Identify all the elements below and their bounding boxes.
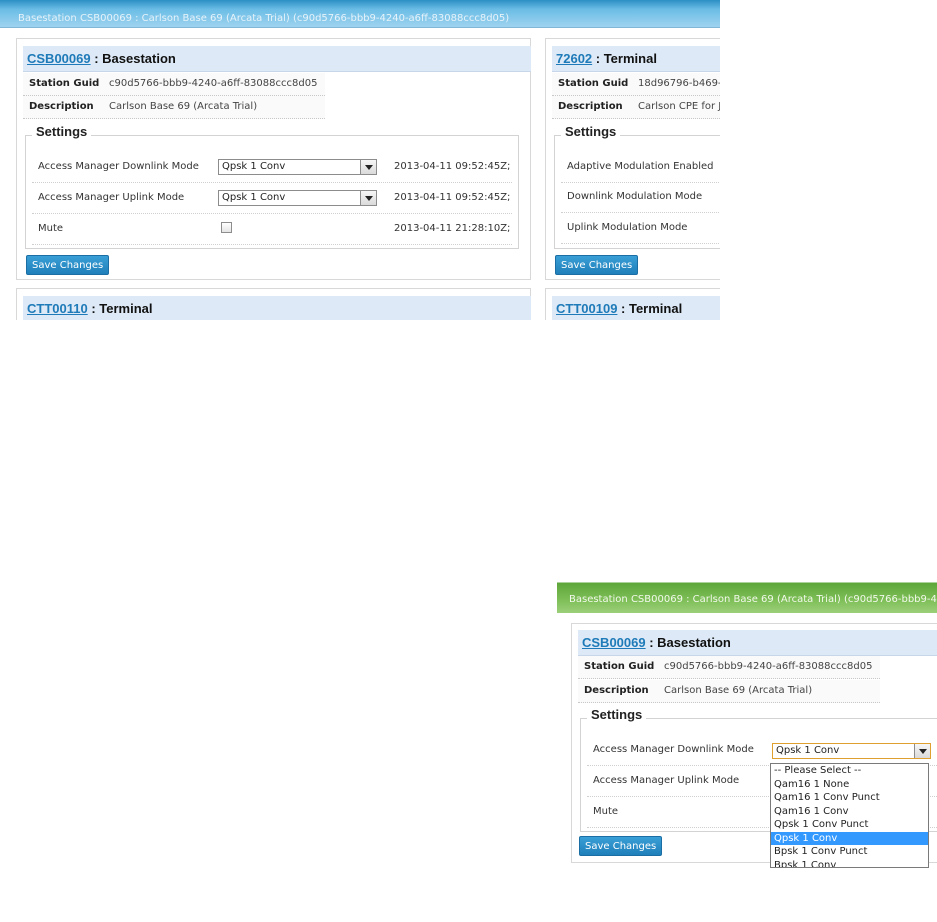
terminal-link[interactable]: CTT00110 [27, 301, 88, 316]
window-title-bar: Basestation CSB00069 : Carlson Base 69 (… [0, 0, 720, 28]
panel-type: : Terminal [592, 51, 657, 66]
terminal-link[interactable]: 72602 [556, 51, 592, 66]
setting-label: Mute [38, 223, 64, 234]
setting-row: Uplink Modulation Mode [561, 213, 720, 244]
downlink-mode-select[interactable]: Qpsk 1 Conv [772, 743, 931, 759]
panel-type: : Terminal [617, 301, 683, 316]
station-guid-label: Station Guid [29, 78, 100, 89]
save-changes-button[interactable]: Save Changes [579, 836, 663, 856]
dropdown-option[interactable]: Qpsk 1 Conv Punct [771, 818, 928, 832]
station-guid-label: Station Guid [558, 78, 629, 89]
description-label: Description [29, 101, 94, 112]
uplink-mode-select[interactable]: Qpsk 1 Conv [218, 190, 377, 206]
save-changes-button[interactable]: Save Changes [26, 255, 110, 275]
window-title: Basestation CSB00069 : Carlson Base 69 (… [569, 594, 937, 605]
setting-row: Adaptive Modulation Enabled [561, 152, 720, 183]
description-value: Carlson CPE for J [638, 101, 720, 112]
save-changes-button[interactable]: Save Changes [555, 255, 639, 275]
dropdown-option[interactable]: Bpsk 1 Conv Punct [771, 845, 928, 859]
setting-row-downlink: Access Manager Downlink Mode Qpsk 1 Conv [587, 735, 937, 766]
screenshot-dropdown-open: Basestation CSB00069 : Carlson Base 69 (… [557, 578, 937, 868]
basestation-link[interactable]: CSB00069 [27, 51, 91, 66]
terminal-72602-panel: 72602 : Terminal Station Guid 18d96796-b… [545, 38, 720, 280]
setting-label: Adaptive Modulation Enabled [567, 161, 714, 172]
setting-label: Access Manager Uplink Mode [38, 192, 185, 203]
description-row: Description Carlson Base 69 (Arcata Tria… [23, 96, 325, 119]
description-label: Description [558, 101, 623, 112]
setting-timestamp: 2013-04-11 21:28:10Z; [394, 223, 511, 234]
select-value: Qpsk 1 Conv [222, 192, 286, 203]
panel-type: : Basestation [90, 51, 176, 66]
setting-label: Access Manager Downlink Mode [593, 744, 754, 755]
description-row: Description Carlson Base 69 (Arcata Tria… [578, 680, 880, 703]
station-guid-row: Station Guid 18d96796-b469- [552, 73, 720, 96]
station-guid-row: Station Guid c90d5766-bbb9-4240-a6ff-830… [578, 656, 880, 679]
basestation-panel: CSB00069 : Basestation Station Guid c90d… [16, 38, 531, 280]
downlink-mode-select[interactable]: Qpsk 1 Conv [218, 159, 377, 175]
setting-label: Uplink Modulation Mode [567, 222, 688, 233]
setting-row: Downlink Modulation Mode [561, 182, 720, 213]
terminal-panel-header: 72602 : Terminal [552, 46, 720, 72]
chevron-down-icon[interactable] [360, 160, 376, 174]
settings-fieldset: Settings Adaptive Modulation Enabled Dow… [554, 124, 720, 249]
dropdown-option-selected[interactable]: Qpsk 1 Conv [771, 831, 928, 845]
chevron-down-icon[interactable] [360, 191, 376, 205]
setting-row-downlink: Access Manager Downlink Mode Qpsk 1 Conv… [32, 152, 512, 183]
station-guid-row: Station Guid c90d5766-bbb9-4240-a6ff-830… [23, 73, 325, 96]
mute-checkbox[interactable] [221, 222, 232, 233]
station-guid-label: Station Guid [584, 661, 655, 672]
chevron-down-icon[interactable] [914, 744, 930, 758]
setting-label: Access Manager Downlink Mode [38, 161, 199, 172]
setting-row-uplink: Access Manager Uplink Mode Qpsk 1 Conv 2… [32, 183, 512, 214]
terminal-ctt00110-panel: CTT00110 : Terminal [16, 288, 531, 320]
settings-legend: Settings [587, 707, 647, 722]
terminal-panel-header: CTT00109 : Terminal [552, 296, 720, 320]
dropdown-option[interactable]: Qam16 1 None [771, 778, 928, 792]
panel-type: : Terminal [87, 301, 153, 316]
station-guid-value: 18d96796-b469- [638, 78, 720, 89]
setting-label: Access Manager Uplink Mode [593, 775, 740, 786]
dropdown-option[interactable]: Qam16 1 Conv Punct [771, 791, 928, 805]
station-guid-value: c90d5766-bbb9-4240-a6ff-83088ccc8d05 [109, 78, 318, 89]
setting-row-mute: Mute 2013-04-11 21:28:10Z; [32, 214, 512, 245]
dropdown-option[interactable]: Qam16 1 Conv [771, 805, 928, 819]
window-title-bar: Basestation CSB00069 : Carlson Base 69 (… [557, 578, 937, 613]
setting-label: Downlink Modulation Mode [567, 191, 703, 202]
window-title: Basestation CSB00069 : Carlson Base 69 (… [18, 13, 510, 24]
setting-timestamp: 2013-04-11 09:52:45Z; [394, 192, 511, 203]
description-value: Carlson Base 69 (Arcata Trial) [664, 685, 813, 696]
station-guid-value: c90d5766-bbb9-4240-a6ff-83088ccc8d05 [664, 661, 873, 672]
terminal-panel-header: CTT00110 : Terminal [23, 296, 531, 320]
basestation-panel-header: CSB00069 : Basestation [23, 46, 531, 72]
select-value: Qpsk 1 Conv [222, 161, 286, 172]
dropdown-option[interactable]: -- Please Select -- [771, 764, 928, 778]
setting-timestamp: 2013-04-11 09:52:45Z; [394, 161, 511, 172]
setting-label: Mute [593, 806, 619, 817]
terminal-link[interactable]: CTT00109 [556, 301, 617, 316]
screenshot-main: Basestation CSB00069 : Carlson Base 69 (… [0, 0, 720, 320]
basestation-link[interactable]: CSB00069 [582, 635, 646, 650]
select-value: Qpsk 1 Conv [776, 745, 840, 756]
description-label: Description [584, 685, 649, 696]
settings-legend: Settings [561, 124, 621, 139]
description-row: Description Carlson CPE for J [552, 96, 720, 119]
panel-type: : Basestation [645, 635, 731, 650]
settings-legend: Settings [32, 124, 92, 139]
settings-fieldset: Settings Access Manager Downlink Mode Qp… [25, 124, 519, 249]
basestation-panel-header: CSB00069 : Basestation [578, 630, 937, 656]
dropdown-option[interactable]: Bpsk 1 Conv [771, 859, 928, 868]
terminal-ctt00109-panel: CTT00109 : Terminal [545, 288, 720, 320]
downlink-mode-options-list[interactable]: -- Please Select -- Qam16 1 None Qam16 1… [770, 763, 929, 868]
description-value: Carlson Base 69 (Arcata Trial) [109, 101, 258, 112]
